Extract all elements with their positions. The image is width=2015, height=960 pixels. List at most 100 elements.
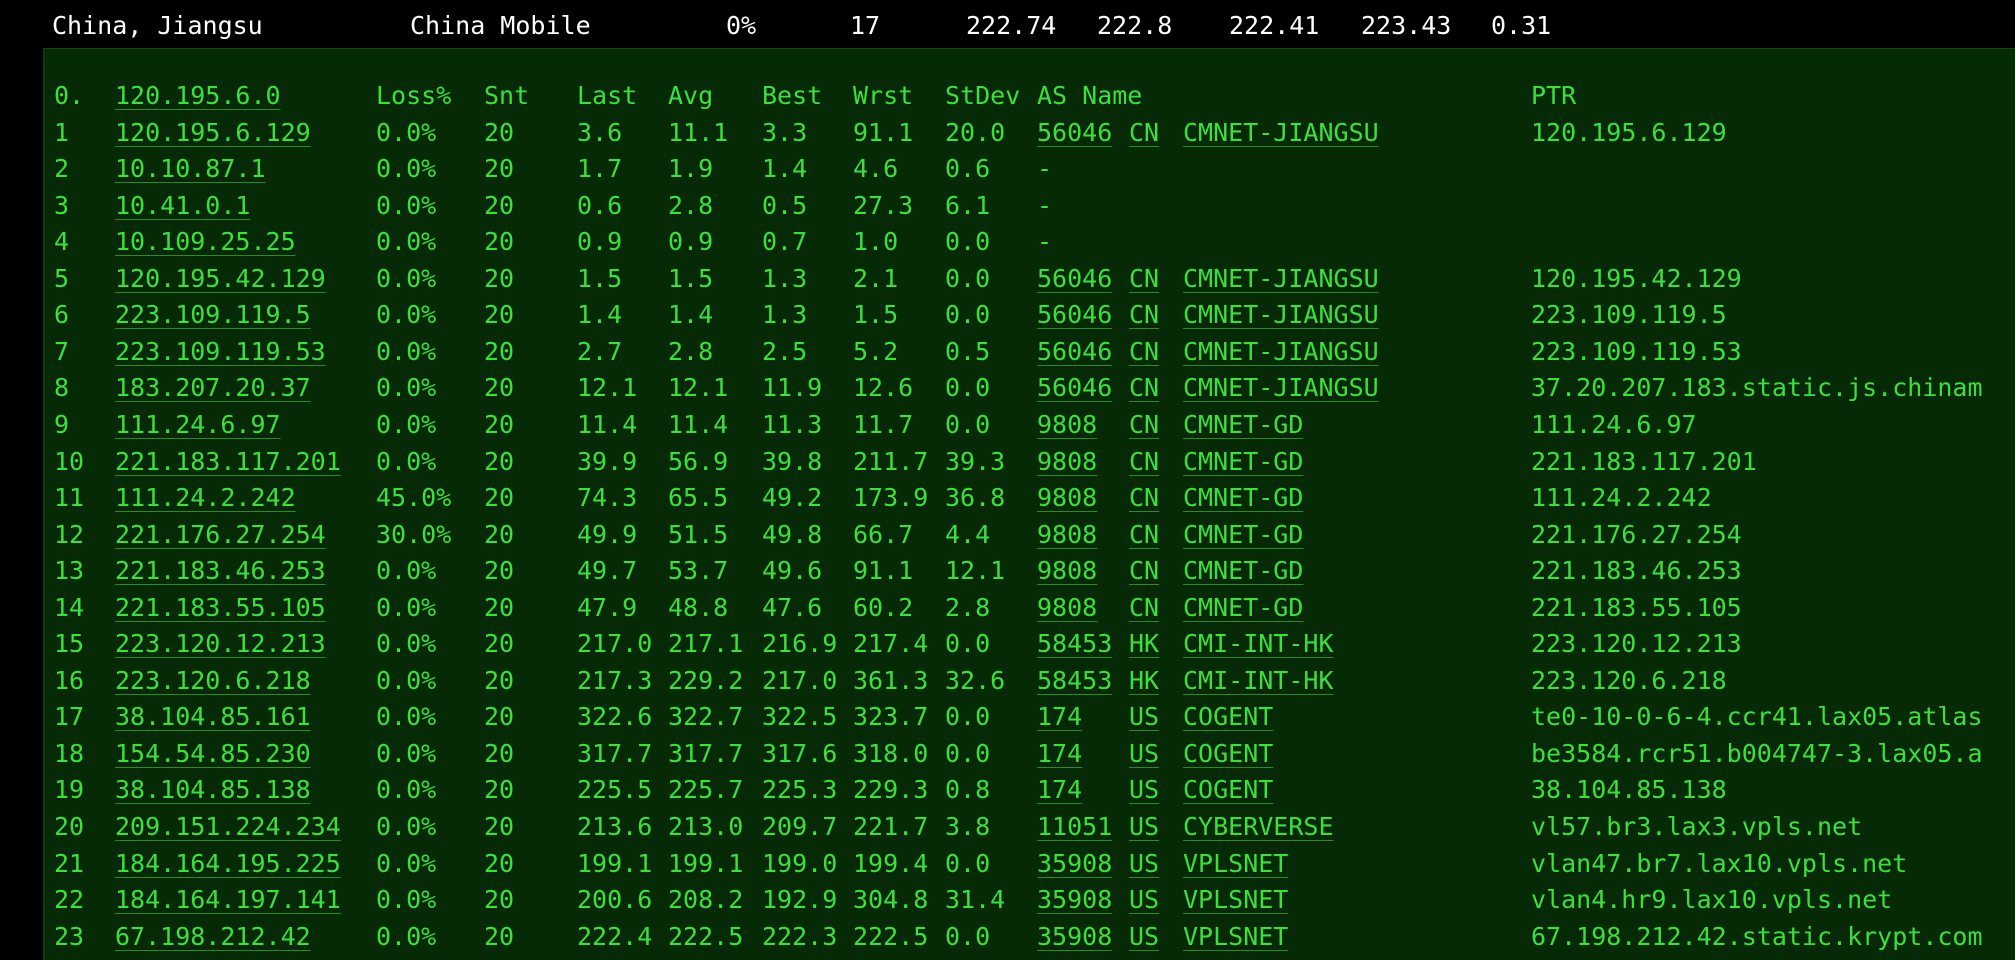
country-code[interactable]: CN xyxy=(1129,370,1159,406)
best-value: 47.6 xyxy=(762,592,823,622)
as-name-link[interactable]: CMI-INT-HK xyxy=(1183,663,1334,699)
best-value: 49.2 xyxy=(762,483,823,513)
country-code[interactable]: HK xyxy=(1129,663,1159,699)
asn-link[interactable]: 58453 xyxy=(1037,663,1112,699)
as-name-link[interactable]: CMNET-JIANGSU xyxy=(1183,115,1379,151)
asn-link[interactable]: 174 xyxy=(1037,699,1082,735)
host-link[interactable]: 67.198.212.42 xyxy=(115,919,311,955)
host-link[interactable]: 120.195.42.129 xyxy=(115,261,326,297)
col-ptr-header: PTR xyxy=(1531,81,1577,110)
asn-link[interactable]: 56046 xyxy=(1037,334,1112,370)
ptr-value: 111.24.2.242 xyxy=(1531,483,1712,513)
as-name-link[interactable]: VPLSNET xyxy=(1183,846,1288,882)
asn-link[interactable]: 56046 xyxy=(1037,370,1112,406)
country-code[interactable]: CN xyxy=(1129,297,1159,333)
table-row: 10 221.183.117.201 0.0% 20 39.9 56.9 39.8 211.7… xyxy=(45,444,2015,480)
asn-link[interactable]: 9808 xyxy=(1037,480,1097,516)
host-link[interactable]: 38.104.85.138 xyxy=(115,772,311,808)
host-link[interactable]: 111.24.2.242 xyxy=(115,480,296,516)
country-code[interactable]: CN xyxy=(1129,480,1159,516)
host-link[interactable]: 221.183.46.253 xyxy=(115,553,326,589)
as-name-link[interactable]: CMI-INT-HK xyxy=(1183,626,1334,662)
country-code[interactable]: US xyxy=(1129,809,1159,845)
asn-link[interactable]: 35908 xyxy=(1037,919,1112,955)
asn-link[interactable]: 11051 xyxy=(1037,809,1112,845)
as-name-link[interactable]: CMNET-JIANGSU xyxy=(1183,261,1379,297)
country-code[interactable]: CN xyxy=(1129,115,1159,151)
host-link[interactable]: 10.41.0.1 xyxy=(115,188,250,224)
host-link[interactable]: 111.24.6.97 xyxy=(115,407,281,443)
asn-link[interactable]: 9808 xyxy=(1037,407,1097,443)
avg-value: 48.8 xyxy=(668,592,729,622)
country-code[interactable]: US xyxy=(1129,736,1159,772)
host-link[interactable]: 10.109.25.25 xyxy=(115,224,296,260)
host-link[interactable]: 154.54.85.230 xyxy=(115,736,311,772)
wrst-value: 318.0 xyxy=(853,738,929,768)
asn-link[interactable]: 9808 xyxy=(1037,553,1097,589)
asn-link[interactable]: 174 xyxy=(1037,772,1082,808)
country-code[interactable]: CN xyxy=(1129,444,1159,480)
as-name-link[interactable]: CMNET-JIANGSU xyxy=(1183,370,1379,406)
host-link[interactable]: 223.120.12.213 xyxy=(115,626,326,662)
as-name-link[interactable]: VPLSNET xyxy=(1183,919,1288,955)
as-name-link[interactable]: COGENT xyxy=(1183,699,1273,735)
as-name-link[interactable]: VPLSNET xyxy=(1183,882,1288,918)
host-link[interactable]: 120.195.6.129 xyxy=(115,115,311,151)
host-link[interactable]: 209.151.224.234 xyxy=(115,809,341,845)
asn-link[interactable]: 9808 xyxy=(1037,517,1097,553)
host-link[interactable]: 221.183.117.201 xyxy=(115,444,341,480)
host-link[interactable]: 223.109.119.53 xyxy=(115,334,326,370)
host-link[interactable]: 221.176.27.254 xyxy=(115,517,326,553)
country-code[interactable]: US xyxy=(1129,699,1159,735)
loss-value: 0.0% xyxy=(376,556,437,586)
stdev-value: 20.0 xyxy=(945,117,1006,147)
asn-link[interactable]: 56046 xyxy=(1037,261,1112,297)
as-name-link[interactable]: CMNET-GD xyxy=(1183,590,1303,626)
host-link[interactable]: 221.183.55.105 xyxy=(115,590,326,626)
as-name-link[interactable]: CMNET-GD xyxy=(1183,407,1303,443)
country-code[interactable]: US xyxy=(1129,919,1159,955)
avg-value: 53.7 xyxy=(668,556,729,586)
target-host-link[interactable]: 120.195.6.0 xyxy=(115,78,281,114)
as-name-link[interactable]: CMNET-GD xyxy=(1183,444,1303,480)
country-code[interactable]: CN xyxy=(1129,261,1159,297)
country-code[interactable]: CN xyxy=(1129,517,1159,553)
ptr-value: 37.20.207.183.static.js.chinam xyxy=(1531,373,1983,403)
asn-link[interactable]: 56046 xyxy=(1037,297,1112,333)
as-name-link[interactable]: COGENT xyxy=(1183,736,1273,772)
asn-link[interactable]: 56046 xyxy=(1037,115,1112,151)
country-code[interactable]: US xyxy=(1129,772,1159,808)
host-link[interactable]: 183.207.20.37 xyxy=(115,370,311,406)
ptr-value: 120.195.6.129 xyxy=(1531,117,1727,147)
as-name-link[interactable]: CMNET-JIANGSU xyxy=(1183,334,1379,370)
asn-link[interactable]: 58453 xyxy=(1037,626,1112,662)
asn-link[interactable]: 174 xyxy=(1037,736,1082,772)
as-name-link[interactable]: CMNET-JIANGSU xyxy=(1183,297,1379,333)
asn-link[interactable]: 9808 xyxy=(1037,590,1097,626)
host-link[interactable]: 184.164.195.225 xyxy=(115,846,341,882)
asn-link[interactable]: 9808 xyxy=(1037,444,1097,480)
host-link[interactable]: 184.164.197.141 xyxy=(115,882,341,918)
country-code[interactable]: CN xyxy=(1129,553,1159,589)
asn-link[interactable]: 35908 xyxy=(1037,846,1112,882)
host-link[interactable]: 38.104.85.161 xyxy=(115,699,311,735)
country-code[interactable]: CN xyxy=(1129,407,1159,443)
table-row: 8 183.207.20.37 0.0% 20 12.1 12.1 11.9 12.6 0.0 3… xyxy=(45,370,2015,406)
host-link[interactable]: 223.109.119.5 xyxy=(115,297,311,333)
as-name-link[interactable]: CMNET-GD xyxy=(1183,517,1303,553)
wrst-value: 229.3 xyxy=(853,775,929,805)
country-code[interactable]: HK xyxy=(1129,626,1159,662)
as-name-link[interactable]: CMNET-GD xyxy=(1183,553,1303,589)
host-link[interactable]: 10.10.87.1 xyxy=(115,151,266,187)
table-row: 19 38.104.85.138 0.0% 20 225.5 225.7 225.3 229.… xyxy=(45,772,2015,808)
as-name-link[interactable]: CMNET-GD xyxy=(1183,480,1303,516)
country-code[interactable]: US xyxy=(1129,846,1159,882)
as-name-link[interactable]: CYBERVERSE xyxy=(1183,809,1334,845)
ptr-value: be3584.rcr51.b004747-3.lax05.a xyxy=(1531,738,1983,768)
as-name-link[interactable]: COGENT xyxy=(1183,772,1273,808)
asn-link[interactable]: 35908 xyxy=(1037,882,1112,918)
country-code[interactable]: CN xyxy=(1129,590,1159,626)
host-link[interactable]: 223.120.6.218 xyxy=(115,663,311,699)
country-code[interactable]: CN xyxy=(1129,334,1159,370)
country-code[interactable]: US xyxy=(1129,882,1159,918)
